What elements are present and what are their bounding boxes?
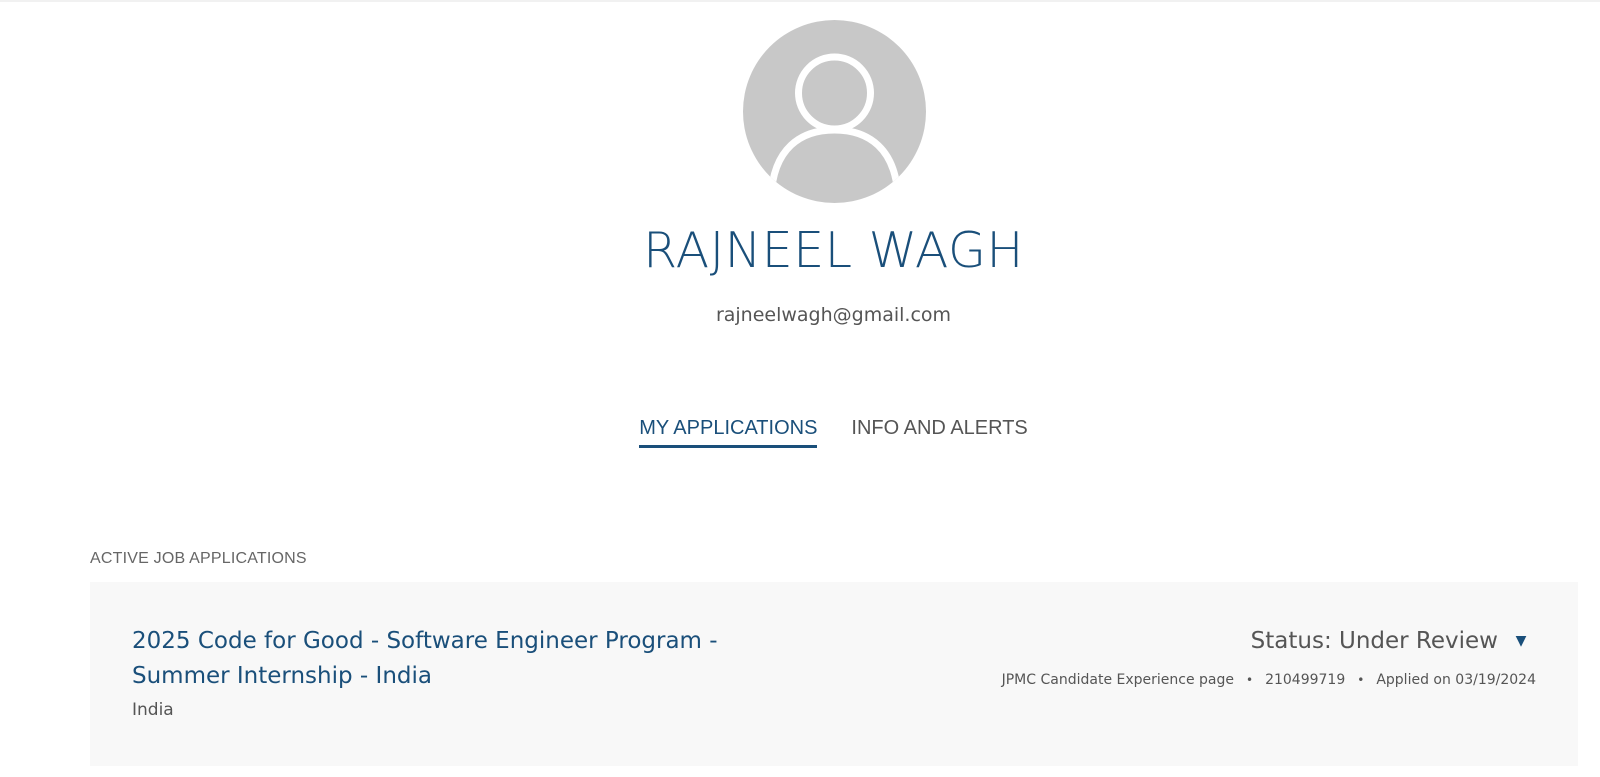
user-silhouette-icon: [767, 53, 902, 199]
section-title: ACTIVE JOB APPLICATIONS: [90, 550, 307, 567]
tab-info-and-alerts[interactable]: INFO AND ALERTS: [851, 416, 1027, 448]
profile-name: RAJNEEL WAGH: [643, 222, 1024, 279]
application-source: JPMC Candidate Experience page: [1001, 672, 1234, 688]
application-card: 2025 Code for Good - Software Engineer P…: [90, 582, 1578, 766]
status-dropdown[interactable]: Status: Under Review ▼: [1251, 624, 1534, 658]
application-meta: JPMC Candidate Experience page • 2104997…: [1002, 672, 1536, 688]
job-location: India: [132, 700, 174, 720]
status-label: Status: Under Review: [1250, 628, 1498, 654]
tab-my-applications[interactable]: MY APPLICATIONS: [639, 416, 818, 448]
avatar: [743, 20, 926, 203]
caret-down-icon[interactable]: ▼: [1508, 624, 1534, 658]
job-title-link[interactable]: 2025 Code for Good - Software Engineer P…: [132, 624, 772, 694]
top-divider: [0, 0, 1600, 2]
applied-date: Applied on 03/19/2024: [1376, 672, 1536, 688]
separator-dot: •: [1357, 673, 1365, 687]
profile-tabs: MY APPLICATIONS INFO AND ALERTS: [0, 416, 1600, 448]
separator-dot: •: [1246, 673, 1254, 687]
profile-email: rajneelwagh@gmail.com: [715, 304, 952, 326]
requisition-id: 210499719: [1265, 672, 1346, 688]
